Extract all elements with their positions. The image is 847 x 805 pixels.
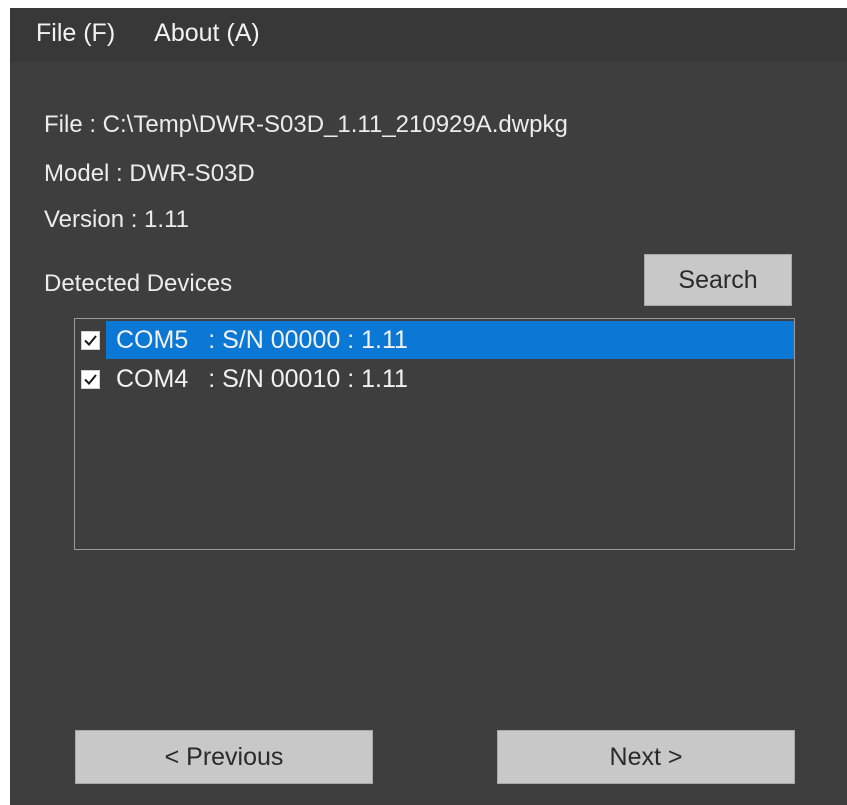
device-checkbox-com5[interactable] [81,331,100,350]
updater-window: File (F) About (A) File : C:\Temp\DWR-S0… [10,8,847,805]
device-label: COM5 : S/N 00000 : 1.11 [106,321,794,359]
device-list[interactable]: COM5 : S/N 00000 : 1.11 COM4 : S/N 00010… [74,318,795,550]
checkmark-icon [84,374,97,385]
device-detail: : S/N 00010 : 1.11 [208,364,408,393]
menu-file[interactable]: File (F) [36,19,115,52]
menu-about[interactable]: About (A) [154,19,260,52]
checkmark-icon [84,335,97,346]
device-row-com5[interactable]: COM5 : S/N 00000 : 1.11 [75,321,794,359]
model-label: Model : DWR-S03D [44,160,255,187]
next-button[interactable]: Next > [497,730,795,784]
menu-bar: File (F) About (A) [10,8,847,62]
search-button[interactable]: Search [644,254,792,306]
device-detail: : S/N 00000 : 1.11 [208,325,408,354]
previous-button[interactable]: < Previous [75,730,373,784]
version-label: Version : 1.11 [44,206,189,233]
device-port: COM4 [116,364,189,393]
device-row-com4[interactable]: COM4 : S/N 00010 : 1.11 [75,360,794,398]
device-checkbox-com4[interactable] [81,370,100,389]
detected-devices-label: Detected Devices [44,270,233,297]
device-label: COM4 : S/N 00010 : 1.11 [106,360,794,398]
device-port: COM5 [116,325,189,354]
file-path-label: File : C:\Temp\DWR-S03D_1.11_210929A.dwp… [44,111,568,138]
